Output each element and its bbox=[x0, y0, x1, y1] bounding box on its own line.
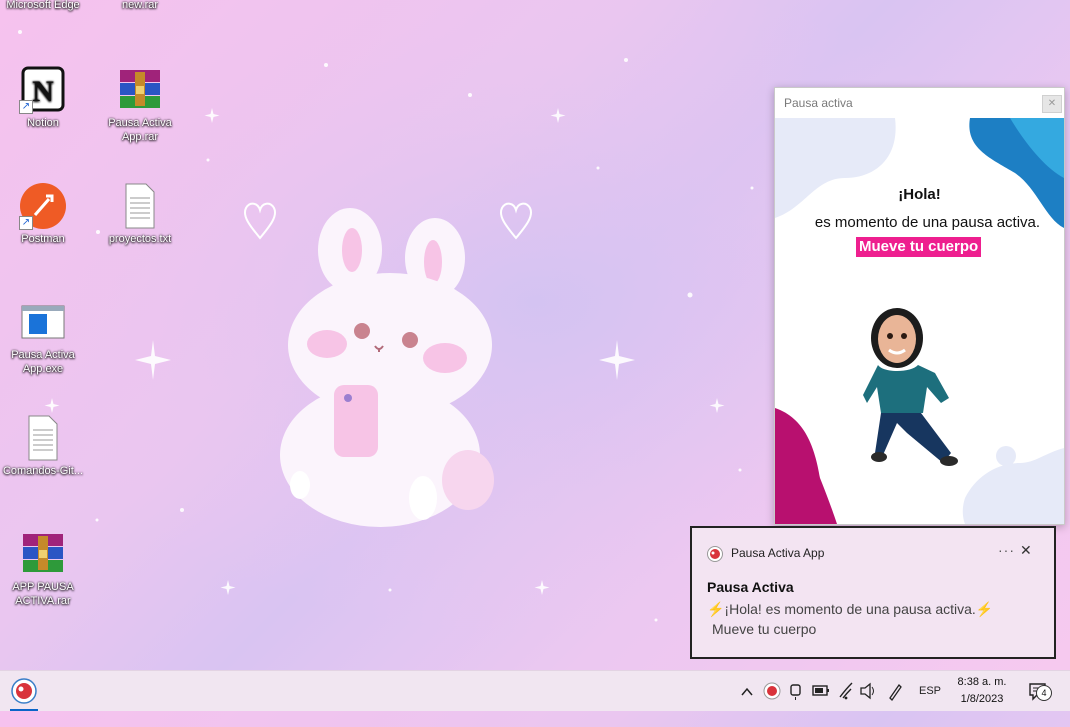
window-close-button[interactable]: ✕ bbox=[1042, 95, 1062, 113]
winrar-icon bbox=[116, 66, 164, 114]
text-file-icon bbox=[116, 182, 164, 230]
desktop-icon-app-pausa-activa-rar[interactable]: APP PAUSA ACTIVA.rar bbox=[1, 530, 85, 608]
taskbar: ESP 8:38 a. m. 1/8/2023 4 bbox=[0, 670, 1070, 711]
desktop-icon-label: Pausa Activa App.rar bbox=[108, 117, 172, 143]
avatar-illustration bbox=[863, 308, 958, 466]
window-content: ¡Hola! es momento de una pausa activa. M… bbox=[775, 118, 1064, 524]
app-logo-icon bbox=[11, 678, 37, 704]
desktop-icon-label: APP PAUSA ACTIVA.rar bbox=[12, 581, 74, 607]
notion-icon: N ↗ bbox=[19, 66, 67, 114]
language-indicator[interactable]: ESP bbox=[919, 671, 941, 711]
clock-date: 1/8/2023 bbox=[960, 693, 1004, 705]
pausa-activa-window[interactable]: Pausa activa ✕ ¡Hola! es momento de una … bbox=[774, 87, 1065, 525]
show-hidden-icons-button[interactable] bbox=[740, 671, 754, 711]
desktop-icon-notion[interactable]: N ↗ Notion bbox=[1, 66, 85, 130]
desktop-icon-label: Microsoft Edge bbox=[6, 0, 80, 11]
desktop-icon-comandos-git[interactable]: Comandos-Git... bbox=[1, 414, 85, 478]
toast-app-name: Pausa Activa App bbox=[731, 546, 825, 560]
desktop-icon-pausa-activa-rar[interactable]: Pausa Activa App.rar bbox=[98, 66, 182, 144]
desktop-icon-postman[interactable]: ↗ Postman bbox=[1, 182, 85, 246]
volume-icon[interactable] bbox=[859, 671, 877, 711]
clock-time: 8:38 a. m. bbox=[957, 676, 1007, 688]
greeting-text: ¡Hola! bbox=[898, 186, 941, 203]
shortcut-arrow-icon: ↗ bbox=[19, 100, 33, 114]
battery-icon[interactable] bbox=[812, 671, 830, 711]
desktop-icon-label: Pausa Activa App.exe bbox=[11, 349, 75, 375]
desktop-icon-label: Comandos-Git... bbox=[2, 465, 84, 477]
toast-line-2: Mueve tu cuerpo bbox=[712, 621, 817, 637]
winrar-icon bbox=[19, 530, 67, 578]
highlight-text: Mueve tu cuerpo bbox=[856, 237, 982, 257]
svg-text:N: N bbox=[32, 75, 54, 108]
desktop-icon-label: new.rar bbox=[121, 0, 159, 11]
pen-workspace-icon[interactable] bbox=[887, 671, 903, 711]
desktop-icon-microsoft-edge[interactable]: Microsoft Edge bbox=[1, 0, 85, 12]
window-titlebar[interactable]: Pausa activa ✕ bbox=[775, 88, 1064, 118]
toast-close-button[interactable]: ✕ bbox=[1020, 542, 1032, 559]
more-options-button[interactable]: ··· bbox=[998, 542, 1015, 558]
desktop-icon-label: Notion bbox=[27, 117, 59, 129]
clock[interactable]: 8:38 a. m. 1/8/2023 bbox=[950, 674, 1014, 708]
tray-app-icon[interactable] bbox=[763, 671, 781, 711]
toast-body: ⚡¡Hola! es momento de una pausa activa.⚡… bbox=[707, 599, 1037, 639]
meet-now-icon[interactable] bbox=[789, 671, 803, 711]
active-app-indicator bbox=[10, 709, 38, 711]
shortcut-arrow-icon: ↗ bbox=[19, 216, 33, 230]
app-logo-icon bbox=[763, 682, 781, 700]
desktop-icon-new-rar[interactable]: new.rar bbox=[98, 0, 182, 12]
desktop-icon-proyectos-txt[interactable]: proyectos.txt bbox=[98, 182, 182, 246]
app-logo-icon bbox=[707, 546, 723, 562]
notification-count-badge: 4 bbox=[1036, 685, 1052, 701]
desktop-icon-label: Postman bbox=[21, 233, 65, 245]
toast-line-1: ⚡¡Hola! es momento de una pausa activa.⚡ bbox=[707, 601, 994, 617]
desktop-icon-label: proyectos.txt bbox=[108, 233, 172, 245]
text-file-icon bbox=[19, 414, 67, 462]
toast-title: Pausa Activa bbox=[707, 579, 794, 595]
taskbar-app-pausa-activa[interactable] bbox=[6, 671, 42, 711]
desktop-icon-pausa-activa-exe[interactable]: Pausa Activa App.exe bbox=[1, 298, 85, 376]
window-title: Pausa activa bbox=[784, 96, 853, 110]
notification-toast[interactable]: Pausa Activa App ··· ✕ Pausa Activa ⚡¡Ho… bbox=[690, 526, 1056, 659]
message-text: es momento de una pausa activa. bbox=[814, 214, 1041, 231]
chevron-up-icon bbox=[741, 687, 753, 696]
wifi-icon[interactable] bbox=[838, 671, 854, 711]
app-window-icon bbox=[19, 298, 67, 346]
postman-icon: ↗ bbox=[19, 182, 67, 230]
